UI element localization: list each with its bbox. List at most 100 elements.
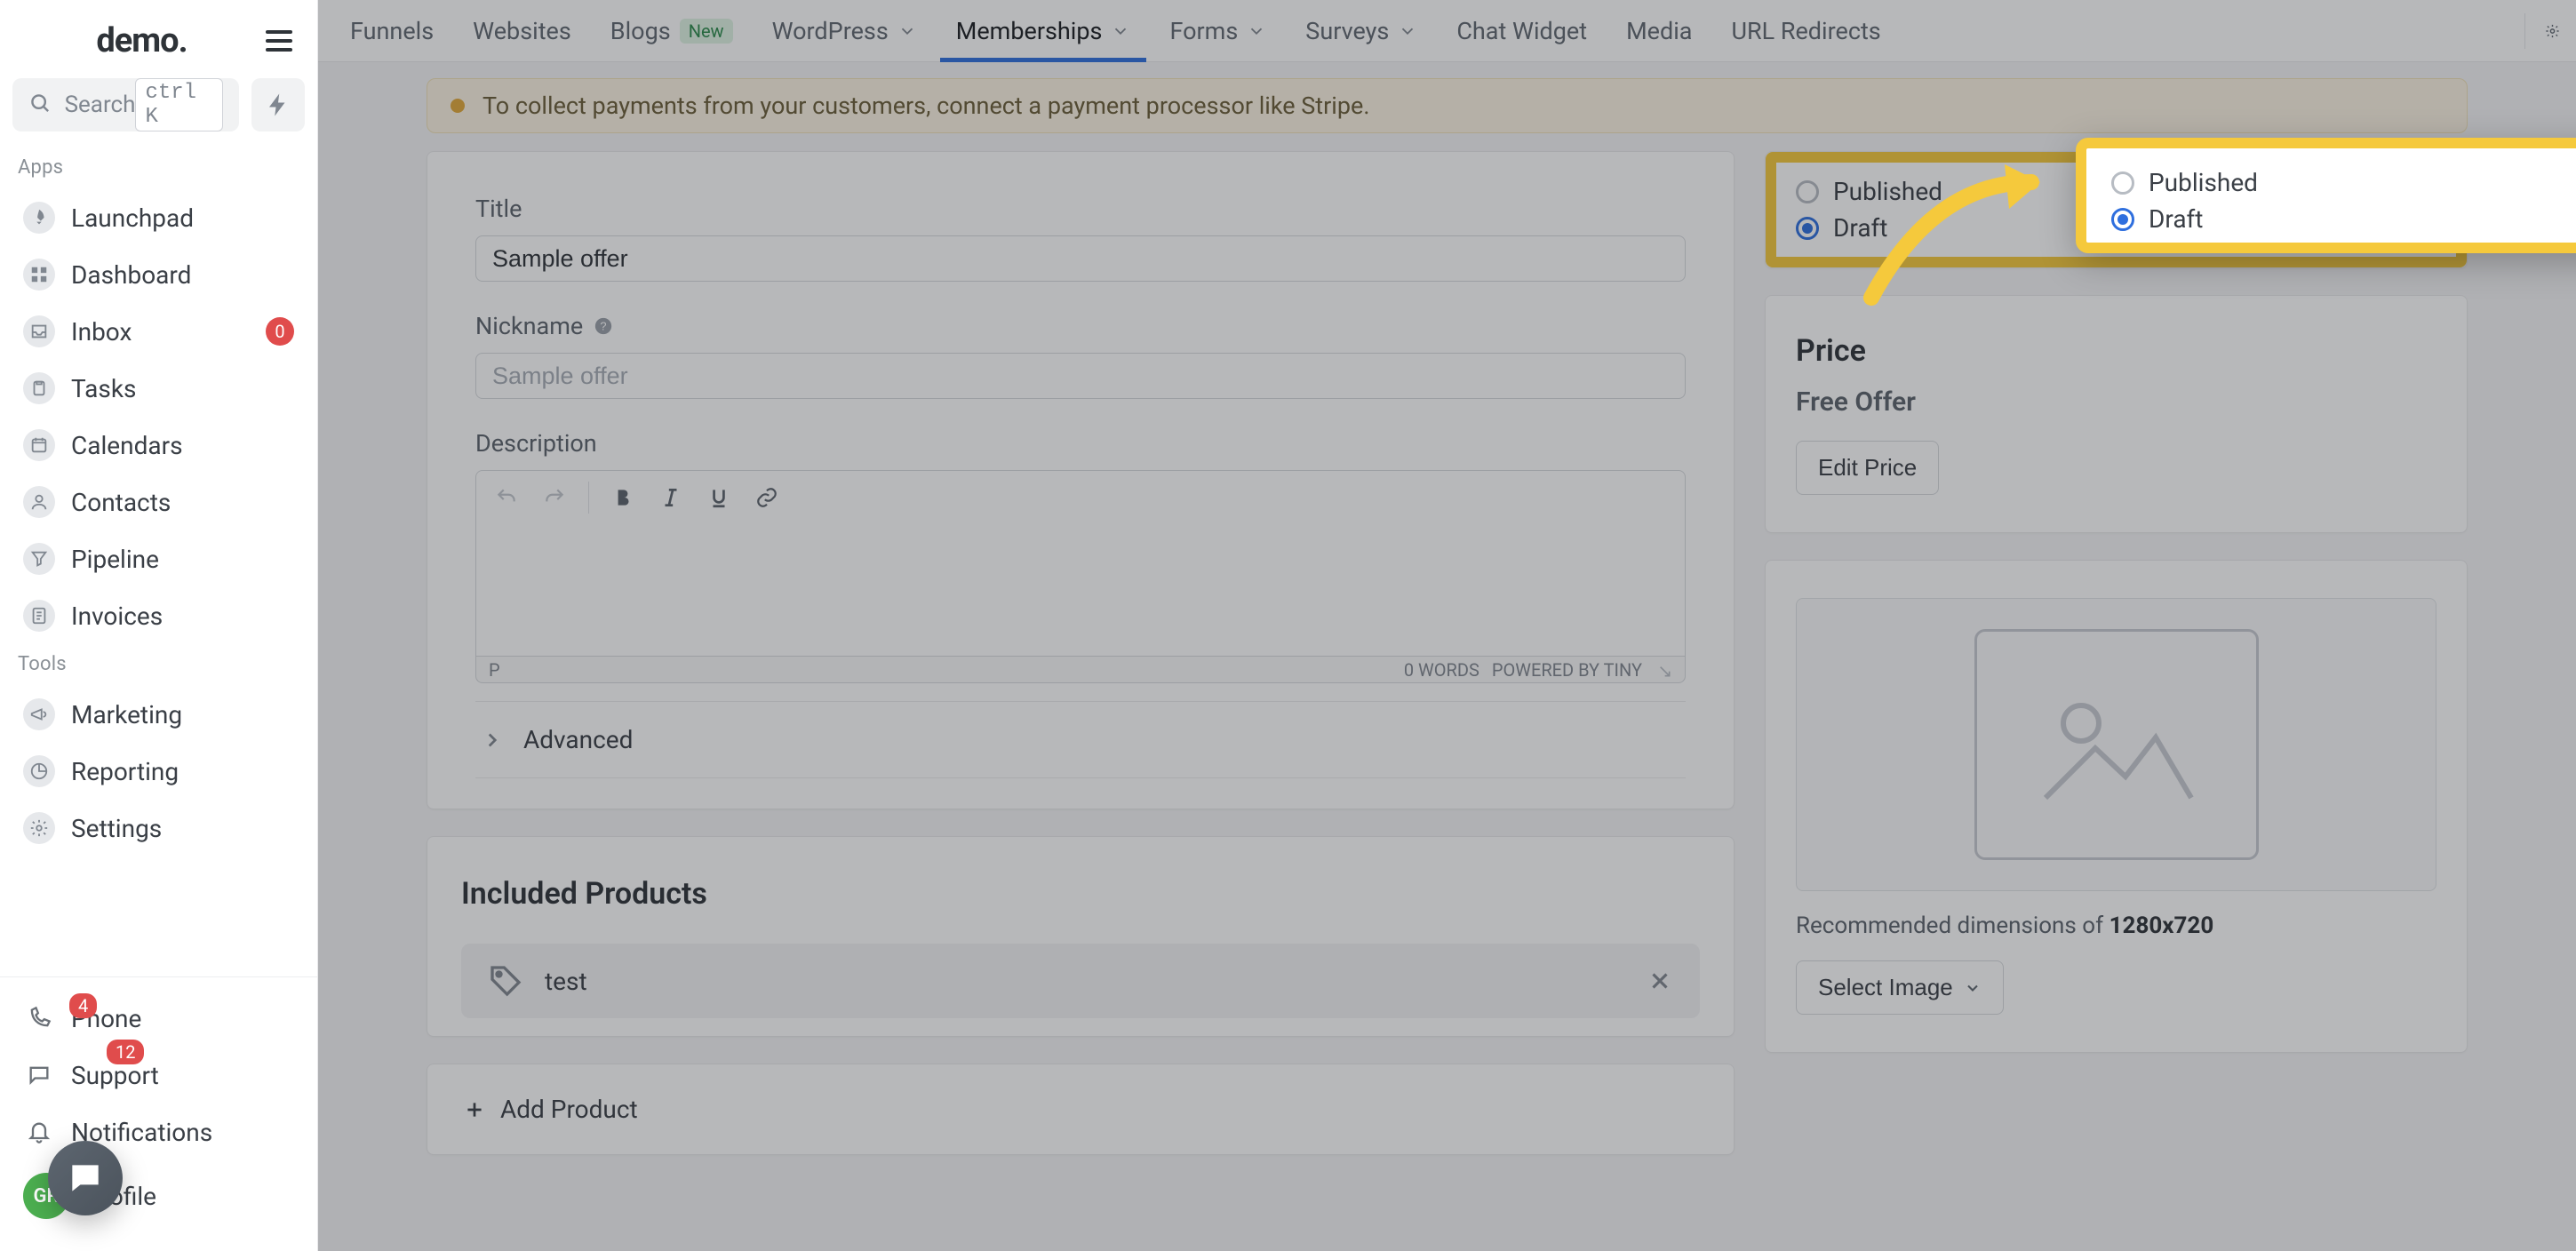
tab-wordpress[interactable]: WordPress	[756, 0, 933, 61]
sidebar: demo. Search ctrl K Apps Launchpad Dashb…	[0, 0, 318, 1251]
image-card: Recommended dimensions of 1280x720 Selec…	[1765, 560, 2468, 1053]
editor-powered-by: POWERED BY TINY	[1492, 659, 1642, 681]
nav-label: Contacts	[71, 488, 171, 517]
nickname-label-text: Nickname	[475, 312, 583, 340]
advanced-toggle[interactable]: Advanced	[475, 702, 1686, 777]
inbox-badge: 0	[266, 317, 294, 346]
calendar-icon	[23, 429, 55, 461]
search-input[interactable]: Search ctrl K	[12, 78, 239, 131]
included-products-heading: Included Products	[461, 876, 1700, 912]
tab-url-redirects[interactable]: URL Redirects	[1715, 0, 1896, 61]
status-published-option-highlight[interactable]: Published	[2111, 164, 2576, 201]
topbar-settings-button[interactable]	[2524, 13, 2560, 49]
sidebar-item-tasks[interactable]: Tasks	[12, 360, 305, 417]
status-label: Draft	[2149, 204, 2203, 234]
topbar: Funnels Websites BlogsNew WordPress Memb…	[318, 0, 2576, 62]
description-label: Description	[475, 429, 1686, 458]
footer-support[interactable]: Support	[12, 1047, 305, 1104]
italic-button[interactable]	[650, 478, 692, 517]
image-note: Recommended dimensions of 1280x720	[1796, 912, 2436, 939]
title-input[interactable]	[475, 235, 1686, 282]
tab-label: Forms	[1169, 17, 1238, 45]
nav-label: Calendars	[71, 431, 183, 460]
status-label: Published	[1833, 177, 1942, 206]
nav-label: Launchpad	[71, 203, 194, 233]
nav-label: Settings	[71, 814, 162, 843]
tab-forms[interactable]: Forms	[1153, 0, 1282, 61]
add-product-button[interactable]: Add Product	[463, 1095, 1698, 1124]
nav-label: Dashboard	[71, 260, 191, 290]
new-pill: New	[680, 19, 733, 44]
sidebar-item-dashboard[interactable]: Dashboard	[12, 246, 305, 303]
gear-icon	[2545, 16, 2560, 46]
resize-handle-icon[interactable]	[1655, 661, 1672, 679]
remove-product-button[interactable]	[1647, 968, 1673, 994]
tab-websites[interactable]: Websites	[457, 0, 587, 61]
edit-price-button[interactable]: Edit Price	[1796, 441, 1939, 495]
sidebar-item-pipeline[interactable]: Pipeline	[12, 530, 305, 587]
tab-memberships[interactable]: Memberships	[940, 0, 1147, 61]
notifications-badge-a: 4	[69, 993, 97, 1018]
user-icon	[23, 486, 55, 518]
tab-label: Websites	[473, 17, 571, 45]
tab-label: Media	[1626, 17, 1692, 45]
logo-row: demo.	[0, 0, 317, 71]
section-tools-label: Tools	[12, 644, 305, 686]
editor-word-count: 0 WORDS	[1404, 659, 1479, 681]
tab-chat-widget[interactable]: Chat Widget	[1440, 0, 1603, 61]
bold-button[interactable]	[602, 478, 644, 517]
editor-toolbar	[475, 470, 1686, 523]
help-icon[interactable]: ?	[594, 316, 613, 336]
link-button[interactable]	[746, 478, 788, 517]
tab-label: Funnels	[350, 17, 434, 45]
nickname-label: Nickname ?	[475, 312, 1686, 340]
chat-icon	[23, 1059, 55, 1091]
plus-icon	[463, 1098, 486, 1121]
title-label: Title	[475, 195, 1686, 223]
nav-label: Invoices	[71, 602, 163, 631]
status-draft-option-highlight[interactable]: Draft	[2111, 201, 2576, 237]
gear-icon	[23, 812, 55, 844]
tag-icon	[488, 963, 523, 999]
sidebar-item-launchpad[interactable]: Launchpad	[12, 189, 305, 246]
tab-funnels[interactable]: Funnels	[334, 0, 450, 61]
nav-label: Reporting	[71, 757, 179, 786]
sidebar-item-reporting[interactable]: Reporting	[12, 743, 305, 800]
advanced-label: Advanced	[523, 725, 633, 754]
footer-label: Support	[71, 1061, 159, 1090]
grid-icon	[23, 259, 55, 291]
btn-label: Edit Price	[1818, 454, 1917, 482]
tab-media[interactable]: Media	[1610, 0, 1708, 61]
sidebar-item-invoices[interactable]: Invoices	[12, 587, 305, 644]
footer-notifications[interactable]: Notifications	[12, 1104, 305, 1160]
add-product-label: Add Product	[500, 1095, 638, 1124]
nickname-input[interactable]	[475, 353, 1686, 399]
quick-actions-button[interactable]	[251, 78, 305, 131]
product-chip: test	[461, 944, 1700, 1018]
sidebar-item-contacts[interactable]: Contacts	[12, 474, 305, 530]
redo-button[interactable]	[533, 478, 576, 517]
help-chat-widget[interactable]	[48, 1141, 123, 1215]
left-column: Title Nickname ? Description	[427, 151, 1735, 1155]
note-prefix: Recommended dimensions of	[1796, 912, 2109, 939]
description-editor[interactable]	[475, 523, 1686, 657]
sidebar-item-settings[interactable]: Settings	[12, 800, 305, 857]
sidebar-item-inbox[interactable]: Inbox 0	[12, 303, 305, 360]
chevron-down-icon	[897, 21, 917, 41]
collapse-sidebar-button[interactable]	[266, 21, 305, 60]
tab-surveys[interactable]: Surveys	[1289, 0, 1433, 61]
tab-label: Memberships	[956, 17, 1103, 45]
sidebar-item-marketing[interactable]: Marketing	[12, 686, 305, 743]
tab-blogs[interactable]: BlogsNew	[594, 0, 749, 61]
chevron-right-icon	[481, 729, 504, 752]
nav-scroller[interactable]: Apps Launchpad Dashboard Inbox 0 Tasks C…	[0, 147, 317, 976]
rocket-icon	[23, 202, 55, 234]
underline-button[interactable]	[698, 478, 740, 517]
sidebar-item-calendars[interactable]: Calendars	[12, 417, 305, 474]
select-image-button[interactable]: Select Image	[1796, 960, 2004, 1015]
undo-button[interactable]	[485, 478, 528, 517]
image-dropzone[interactable]	[1796, 598, 2436, 891]
footer-phone[interactable]: Phone	[12, 990, 305, 1047]
nav-label: Tasks	[71, 374, 137, 403]
add-product-card: Add Product	[427, 1064, 1735, 1155]
